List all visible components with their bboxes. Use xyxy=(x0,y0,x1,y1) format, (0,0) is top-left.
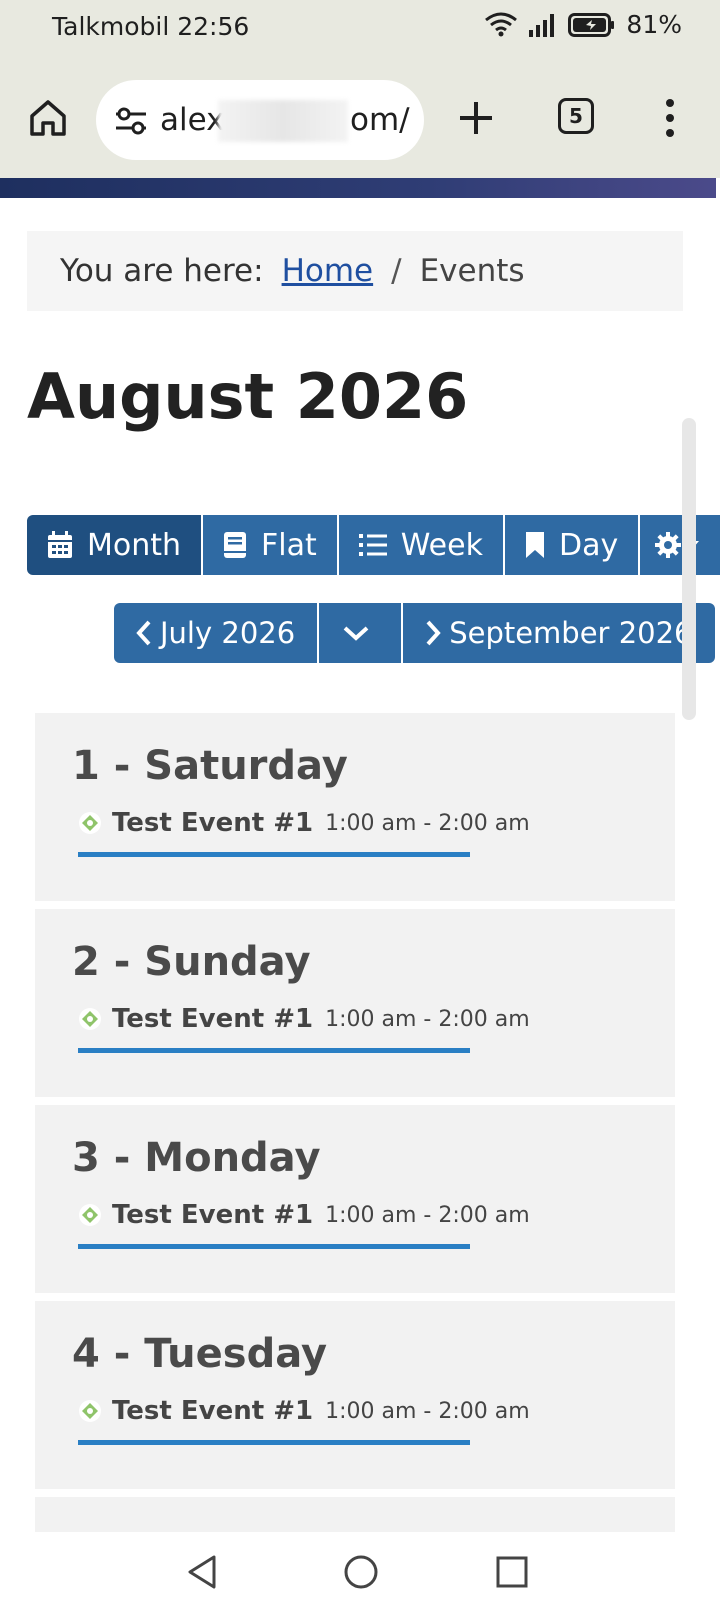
bookmark-icon xyxy=(525,532,544,558)
view-day-label: Day xyxy=(558,527,619,563)
page-title: August 2026 xyxy=(27,360,469,433)
signal-icon xyxy=(529,13,555,37)
day-title: 3 - Monday xyxy=(72,1135,321,1181)
month-picker-button[interactable] xyxy=(319,603,404,663)
event-underline xyxy=(78,1244,470,1249)
event-link[interactable]: Test Event #1 1:00 am - 2:00 am xyxy=(78,1396,530,1426)
tab-switcher-button[interactable]: 5 xyxy=(558,98,594,134)
more-menu-icon[interactable] xyxy=(664,98,676,138)
day-title: 4 - Tuesday xyxy=(72,1331,328,1377)
next-month-label: September 2026 xyxy=(449,616,693,650)
day-list: 1 - Saturday Test Event #1 1:00 am - 2:0… xyxy=(35,713,675,1497)
event-time: 1:00 am - 2:00 am xyxy=(325,810,530,836)
event-category-icon xyxy=(79,1400,101,1422)
next-month-button[interactable]: September 2026 xyxy=(403,603,715,663)
breadcrumb-prefix: You are here: xyxy=(60,253,264,289)
month-navigation: July 2026 September 2026 xyxy=(114,603,715,663)
address-bar[interactable]: alex om/ xyxy=(96,80,424,160)
new-tab-icon[interactable] xyxy=(456,98,496,138)
breadcrumb: You are here: Home / Events xyxy=(27,231,683,311)
event-link[interactable]: Test Event #1 1:00 am - 2:00 am xyxy=(78,808,530,838)
event-underline xyxy=(78,1048,470,1053)
day-title: 1 - Saturday xyxy=(72,743,348,789)
day-card: 1 - Saturday Test Event #1 1:00 am - 2:0… xyxy=(35,713,675,901)
settings-dropdown-button[interactable] xyxy=(640,515,720,575)
event-link[interactable]: Test Event #1 1:00 am - 2:00 am xyxy=(78,1200,530,1230)
prev-month-button[interactable]: July 2026 xyxy=(114,603,320,663)
event-category-icon xyxy=(79,1204,101,1226)
view-week-button[interactable]: Week xyxy=(338,515,505,575)
scrollbar-thumb[interactable] xyxy=(682,418,696,720)
prev-month-label: July 2026 xyxy=(160,616,296,650)
event-underline xyxy=(78,1440,470,1445)
event-time: 1:00 am - 2:00 am xyxy=(325,1202,530,1228)
view-month-label: Month xyxy=(87,527,182,563)
view-day-button[interactable]: Day xyxy=(504,515,641,575)
chevron-left-icon xyxy=(136,620,151,646)
book-icon xyxy=(224,532,247,558)
home-icon[interactable] xyxy=(26,96,70,140)
breadcrumb-current: Events xyxy=(419,253,525,289)
day-title: 2 - Sunday xyxy=(72,939,311,985)
home-circle-icon[interactable] xyxy=(343,1554,379,1590)
event-title: Test Event #1 xyxy=(112,1396,314,1426)
gear-icon xyxy=(655,532,682,558)
breadcrumb-separator: / xyxy=(391,253,402,289)
view-flat-label: Flat xyxy=(261,527,317,563)
status-icons: 81% xyxy=(484,10,682,39)
event-title: Test Event #1 xyxy=(112,1200,314,1230)
day-card: 4 - Tuesday Test Event #1 1:00 am - 2:00… xyxy=(35,1301,675,1489)
day-card: 3 - Monday Test Event #1 1:00 am - 2:00 … xyxy=(35,1105,675,1293)
url-text-end: om/ xyxy=(350,102,410,138)
browser-toolbar: alex om/ 5 xyxy=(0,56,720,178)
day-card: 2 - Sunday Test Event #1 1:00 am - 2:00 … xyxy=(35,909,675,1097)
site-settings-icon[interactable] xyxy=(114,106,148,136)
view-flat-button[interactable]: Flat xyxy=(203,515,339,575)
carrier-time: Talkmobil 22:56 xyxy=(52,12,250,41)
event-title: Test Event #1 xyxy=(112,808,314,838)
system-navigation-bar xyxy=(0,1532,720,1612)
chevron-down-icon xyxy=(343,626,369,641)
battery-level: 81% xyxy=(626,10,682,39)
event-title: Test Event #1 xyxy=(112,1004,314,1034)
event-category-icon xyxy=(79,1008,101,1030)
event-underline xyxy=(78,852,470,857)
view-week-label: Week xyxy=(400,527,483,563)
url-redacted xyxy=(218,100,348,142)
view-toolbar: Month Flat Week Day xyxy=(27,515,720,575)
wifi-icon xyxy=(485,12,518,36)
event-time: 1:00 am - 2:00 am xyxy=(325,1006,530,1032)
event-time: 1:00 am - 2:00 am xyxy=(325,1398,530,1424)
site-header-band xyxy=(0,178,716,198)
calendar-icon xyxy=(48,531,72,558)
list-icon xyxy=(358,534,387,556)
back-icon[interactable] xyxy=(186,1554,218,1590)
battery-charging-icon xyxy=(568,12,615,37)
recent-apps-icon[interactable] xyxy=(496,1556,528,1588)
breadcrumb-home-link[interactable]: Home xyxy=(282,253,374,289)
url-text-start: alex xyxy=(160,102,225,138)
event-category-icon xyxy=(79,812,101,834)
day-card-partial xyxy=(35,1497,675,1537)
status-bar: Talkmobil 22:56 81% xyxy=(0,0,720,56)
chevron-right-icon xyxy=(426,620,441,646)
event-link[interactable]: Test Event #1 1:00 am - 2:00 am xyxy=(78,1004,530,1034)
view-month-button[interactable]: Month xyxy=(27,515,204,575)
